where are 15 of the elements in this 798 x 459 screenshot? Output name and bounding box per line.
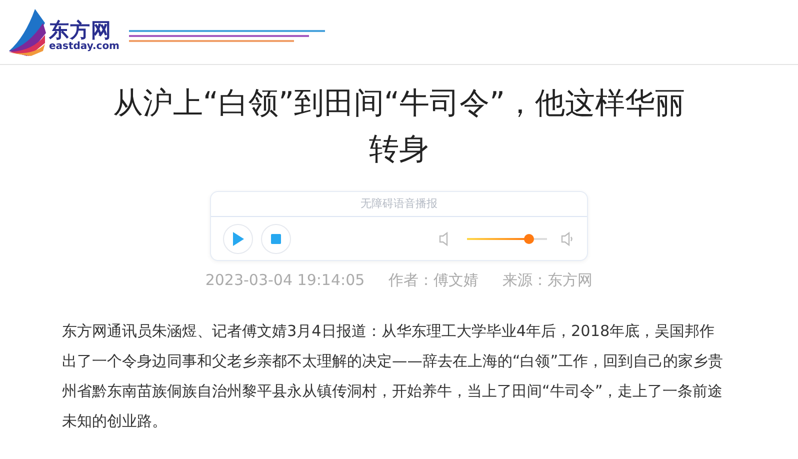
author: 作者：傅文婧 [388,271,479,290]
volume-high-icon[interactable] [561,231,575,247]
player-label: 无障碍语音播报 [211,192,587,217]
play-button[interactable] [223,224,253,254]
logo-domain: eastday.com [49,41,120,53]
stop-button[interactable] [261,224,291,254]
logo-name: 东方网 [49,19,112,41]
article-paragraph: 东方网通讯员朱涵煜、记者傅文婧3月4日报道：从华东理工大学毕业4年后，2018年底，吴国邦作出了一个令身边同事和父老乡亲都不太理解的决定——辞去在上海的“白领”工作，回到自己的家乡贵州省黔东南苗族侗族自治州黎平县永从镇传洞村，开始养牛，当上了田间“牛司令”，走上了一条前途未知的创业路。 [62,321,724,432]
article-title: 从沪上“白领”到田间“牛司令”，他这样华丽转身 [112,85,686,169]
publish-time: 2023-03-04 19:14:05 [205,271,365,290]
volume-thumb[interactable] [524,234,534,244]
stop-icon [271,234,281,244]
source: 来源：东方网 [502,271,593,290]
stripes-icon [129,30,326,44]
play-icon [232,232,244,246]
